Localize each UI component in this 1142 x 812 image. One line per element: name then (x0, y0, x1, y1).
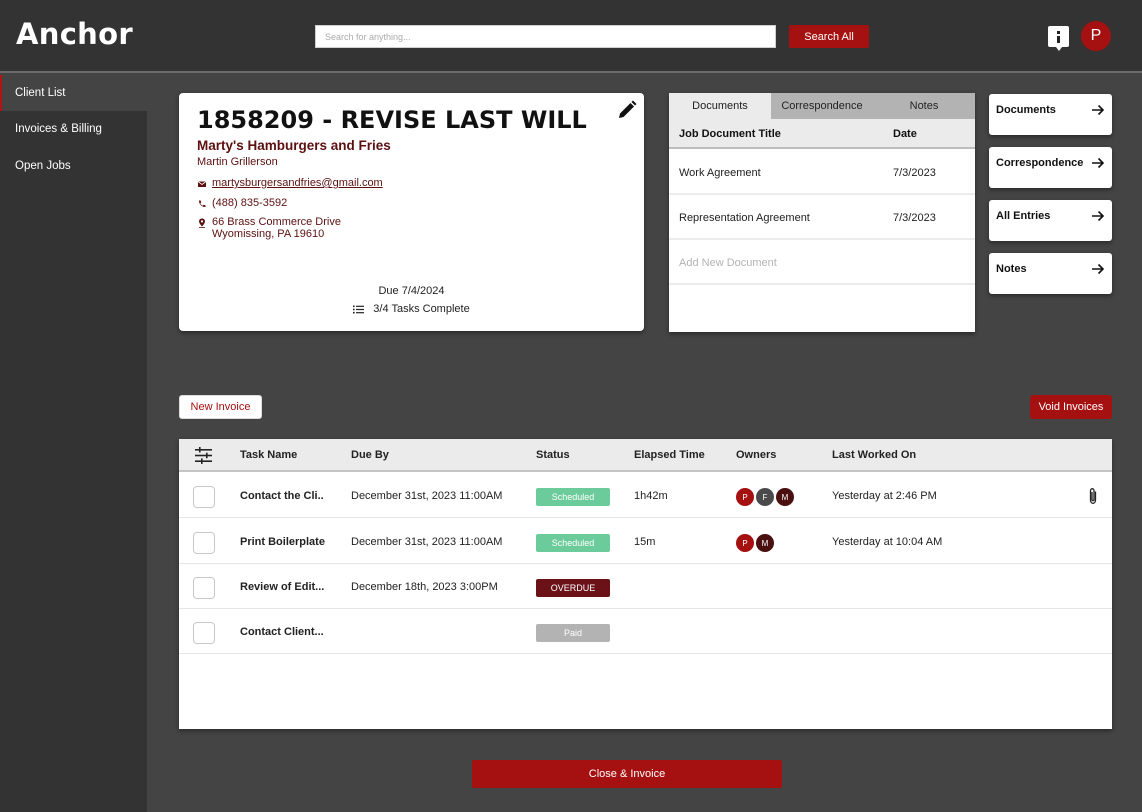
info-icon[interactable] (1048, 26, 1069, 51)
email-row: martysburgersandfries@gmail.com (197, 177, 383, 189)
arrow-right-icon (1092, 210, 1105, 222)
void-invoices-button[interactable]: Void Invoices (1030, 395, 1112, 419)
email-link[interactable]: martysburgersandfries@gmail.com (212, 177, 383, 189)
phone-number: (488) 835-3592 (212, 197, 288, 209)
quick-link-label: All Entries (996, 210, 1051, 222)
column-due-by[interactable]: Due By (351, 449, 389, 461)
quick-link-label: Correspondence (996, 157, 1084, 169)
task-due: December 31st, 2023 11:00AM (351, 490, 503, 502)
document-row[interactable]: Work Agreement 7/3/2023 (669, 150, 975, 195)
sidebar: Client List Invoices & Billing Open Jobs (0, 75, 147, 812)
documents-table-header: Job Document Title Date (669, 119, 975, 149)
elapsed-time: 1h42m (634, 490, 668, 502)
status-badge: Scheduled (536, 488, 610, 506)
last-worked-on: Yesterday at 2:46 PM (832, 490, 937, 502)
phone-row: (488) 835-3592 (197, 197, 287, 209)
top-header: Anchor Search All P (0, 0, 1142, 73)
row-checkbox[interactable] (193, 622, 215, 644)
document-date: 7/3/2023 (893, 167, 936, 179)
status-badge: Scheduled (536, 534, 610, 552)
elapsed-time: 15m (634, 536, 656, 548)
add-new-document[interactable]: Add New Document (679, 257, 777, 269)
task-due: December 18th, 2023 3:00PM (351, 581, 498, 593)
tasks-table: Task Name Due By Status Elapsed Time Own… (179, 439, 1112, 729)
quick-link-label: Notes (996, 263, 1027, 275)
arrow-right-icon (1092, 157, 1105, 169)
address-line-1: 66 Brass Commerce Drive (212, 216, 341, 228)
owner-avatar: F (756, 488, 774, 506)
tab-notes[interactable]: Notes (873, 93, 975, 119)
tab-documents[interactable]: Documents (669, 93, 771, 119)
column-elapsed-time[interactable]: Elapsed Time (634, 449, 705, 461)
column-document-title: Job Document Title (679, 128, 781, 140)
tasks-complete-text: 3/4 Tasks Complete (373, 303, 470, 315)
address-line-2: Wyomissing, PA 19610 (212, 228, 325, 240)
address-row: 66 Brass Commerce Drive Wyomissing, PA 1… (197, 216, 341, 240)
column-owners[interactable]: Owners (736, 449, 776, 461)
owner-avatar: M (756, 534, 774, 552)
row-checkbox[interactable] (193, 532, 215, 554)
address: 66 Brass Commerce Drive Wyomissing, PA 1… (212, 216, 341, 240)
task-name: Review of Edit... (240, 581, 325, 593)
column-status[interactable]: Status (536, 449, 570, 461)
table-row[interactable]: Print Boilerplate December 31st, 2023 11… (179, 519, 1112, 564)
task-name: Contact Client... (240, 626, 324, 638)
pencil-icon[interactable] (617, 100, 637, 120)
user-avatar[interactable]: P (1081, 21, 1111, 51)
mail-icon (197, 181, 207, 187)
job-card: 1858209 - REVISE LAST WILL Marty's Hambu… (179, 93, 644, 331)
owner-avatar: M (776, 488, 794, 506)
task-due: December 31st, 2023 11:00AM (351, 536, 503, 548)
quick-link-all-entries[interactable]: All Entries (989, 200, 1112, 241)
documents-panel: Documents Correspondence Notes Job Docum… (669, 93, 975, 332)
search-all-button[interactable]: Search All (789, 25, 869, 48)
quick-link-label: Documents (996, 104, 1056, 116)
task-name: Contact the Cli.. (240, 490, 324, 502)
quick-link-correspondence[interactable]: Correspondence (989, 147, 1112, 188)
tasks-table-header: Task Name Due By Status Elapsed Time Own… (179, 439, 1112, 472)
column-date: Date (893, 128, 917, 140)
document-date: 7/3/2023 (893, 212, 936, 224)
app-logo: Anchor (16, 17, 133, 51)
job-title: 1858209 - REVISE LAST WILL (197, 106, 587, 134)
quick-link-documents[interactable]: Documents (989, 94, 1112, 135)
documents-tabs: Documents Correspondence Notes (669, 93, 975, 119)
table-row[interactable]: Contact Client... Paid (179, 609, 1112, 654)
sidebar-item-open-jobs[interactable]: Open Jobs (0, 148, 147, 184)
column-last-worked-on[interactable]: Last Worked On (832, 449, 916, 461)
list-icon (353, 305, 365, 313)
sidebar-item-invoices-billing[interactable]: Invoices & Billing (0, 111, 147, 147)
document-title: Work Agreement (679, 167, 761, 179)
close-and-invoice-button[interactable]: Close & Invoice (472, 760, 782, 788)
table-row[interactable]: Contact the Cli.. December 31st, 2023 11… (179, 473, 1112, 518)
arrow-right-icon (1092, 104, 1105, 116)
phone-icon (198, 200, 206, 208)
filter-sliders-icon[interactable] (194, 446, 213, 465)
location-pin-icon (199, 218, 205, 228)
column-task-name[interactable]: Task Name (240, 449, 297, 461)
document-row[interactable]: Representation Agreement 7/3/2023 (669, 195, 975, 240)
last-worked-on: Yesterday at 10:04 AM (832, 536, 943, 548)
status-badge: Paid (536, 624, 610, 642)
document-title: Representation Agreement (679, 212, 810, 224)
row-checkbox[interactable] (193, 577, 215, 599)
task-progress: 3/4 Tasks Complete (179, 303, 644, 315)
due-date: Due 7/4/2024 (378, 285, 445, 297)
search-input[interactable] (315, 25, 776, 48)
quick-link-notes[interactable]: Notes (989, 253, 1112, 294)
owner-avatar: P (736, 534, 754, 552)
owner-avatar: P (736, 488, 754, 506)
row-checkbox[interactable] (193, 486, 215, 508)
client-name: Marty's Hamburgers and Fries (197, 138, 391, 153)
status-badge: OVERDUE (536, 579, 610, 597)
arrow-right-icon (1092, 263, 1105, 275)
add-document-row[interactable]: Add New Document (669, 240, 975, 285)
paperclip-icon[interactable] (1087, 487, 1099, 505)
sidebar-item-client-list[interactable]: Client List (0, 75, 147, 111)
task-name: Print Boilerplate (240, 536, 325, 548)
contact-name: Martin Grillerson (197, 156, 278, 168)
new-invoice-button[interactable]: New Invoice (179, 395, 262, 419)
tab-correspondence[interactable]: Correspondence (771, 93, 873, 119)
table-row[interactable]: Review of Edit... December 18th, 2023 3:… (179, 564, 1112, 609)
